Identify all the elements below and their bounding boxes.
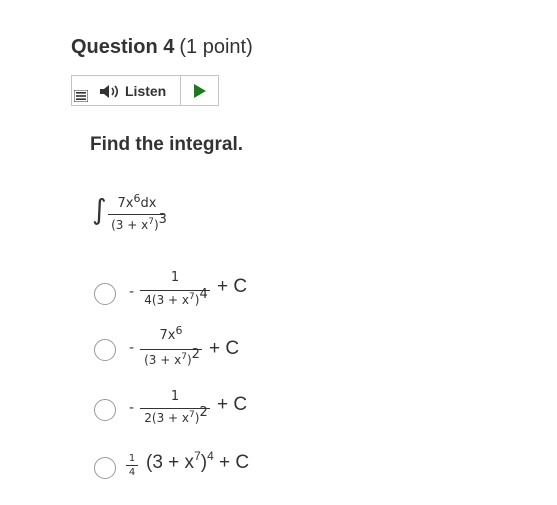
option-a-fraction: 1 4(3 + x7)4	[140, 270, 212, 314]
option-c-suffix: + C	[217, 394, 248, 415]
radio-option-c[interactable]	[94, 399, 116, 421]
integral-denominator: (3 + x7)3	[111, 212, 167, 232]
option-c-sign: -	[129, 400, 135, 416]
listen-toolbar: Listen	[71, 75, 219, 106]
option-a-suffix: + C	[217, 276, 248, 297]
option-a-sign: -	[129, 284, 135, 300]
option-b-suffix: + C	[209, 338, 240, 359]
integral-numerator: 7x6dx	[117, 192, 157, 211]
integral-expression: ∫ 7x6dx (3 + x7)3	[92, 192, 182, 240]
listen-button[interactable]: Listen	[72, 76, 181, 105]
option-d-coefficient: 1 4	[126, 453, 138, 478]
menu-icon[interactable]	[74, 90, 88, 102]
option-b-fraction: 7x6 (3 + x7)2	[140, 325, 204, 376]
option-b-sign: -	[129, 340, 135, 356]
integral-sign: ∫	[92, 193, 107, 226]
question-points: (1 point)	[179, 36, 253, 58]
question-header: Question 4 (1 point)	[71, 36, 253, 59]
speaker-icon	[100, 85, 119, 98]
listen-label: Listen	[125, 83, 167, 99]
radio-option-d[interactable]	[94, 457, 116, 479]
radio-option-a[interactable]	[94, 283, 116, 305]
play-icon	[193, 83, 206, 98]
play-button[interactable]	[181, 76, 218, 105]
radio-option-b[interactable]	[94, 339, 116, 361]
question-prompt: Find the integral.	[90, 134, 244, 155]
question-title: Question 4	[71, 36, 175, 58]
option-d-expression: (3 + x7)4 + C	[146, 449, 250, 473]
option-c-fraction: 1 2(3 + x7)2	[140, 389, 212, 433]
